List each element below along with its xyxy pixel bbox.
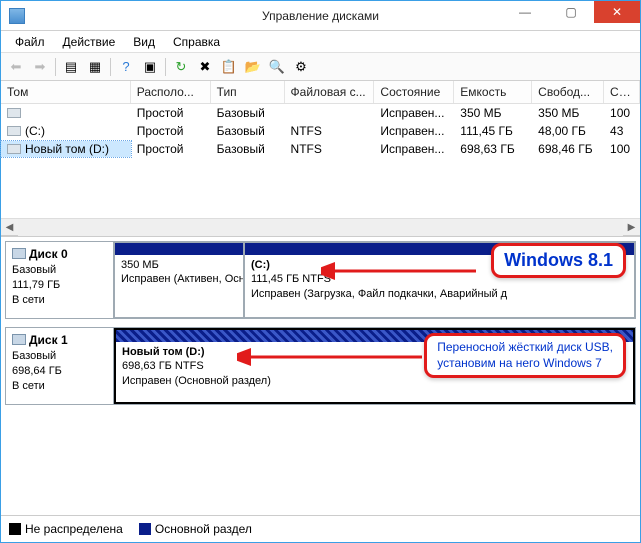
wizard-icon[interactable]: 📋 bbox=[218, 56, 240, 78]
settings-icon[interactable]: ⚙ bbox=[290, 56, 312, 78]
menu-bar: Файл Действие Вид Справка bbox=[1, 31, 640, 53]
legend-primary: Основной раздел bbox=[139, 522, 252, 536]
partition[interactable]: 350 МБ Исправен (Активен, Осн bbox=[114, 242, 244, 318]
menu-action[interactable]: Действие bbox=[55, 33, 124, 51]
volume-row[interactable]: Новый том (D:) Простой Базовый NTFS Испр… bbox=[1, 140, 640, 158]
col-pct[interactable]: Св... bbox=[604, 81, 640, 103]
disk-info[interactable]: Диск 0 Базовый 111,79 ГБ В сети bbox=[6, 242, 114, 318]
menu-help[interactable]: Справка bbox=[165, 33, 228, 51]
view-bottom-icon[interactable]: ▦ bbox=[84, 56, 106, 78]
col-type[interactable]: Тип bbox=[211, 81, 285, 103]
help-icon[interactable]: ? bbox=[115, 56, 137, 78]
callout-windows81: Windows 8.1 bbox=[491, 243, 626, 278]
toolbar: ⬅ ➡ ▤ ▦ ? ▣ ↻ ✖ 📋 📂 🔍 ⚙ bbox=[1, 53, 640, 81]
disk-info[interactable]: Диск 1 Базовый 698,64 ГБ В сети bbox=[6, 328, 114, 404]
col-capacity[interactable]: Емкость bbox=[454, 81, 532, 103]
refresh-icon[interactable]: ↻ bbox=[170, 56, 192, 78]
volume-row[interactable]: (C:) Простой Базовый NTFS Исправен... 11… bbox=[1, 122, 640, 140]
app-icon bbox=[9, 8, 25, 24]
maximize-button[interactable]: ▢ bbox=[548, 1, 594, 23]
col-fs[interactable]: Файловая с... bbox=[285, 81, 375, 103]
col-free[interactable]: Свобод... bbox=[532, 81, 604, 103]
window-title: Управление дисками bbox=[262, 9, 379, 23]
forward-button[interactable]: ➡ bbox=[29, 56, 51, 78]
menu-view[interactable]: Вид bbox=[125, 33, 163, 51]
col-volume[interactable]: Том bbox=[1, 81, 131, 103]
legend-unallocated: Не распределена bbox=[9, 522, 123, 536]
scroll-right-icon[interactable]: ▶ bbox=[623, 219, 640, 236]
view-list-icon[interactable]: ▤ bbox=[60, 56, 82, 78]
drive-icon bbox=[7, 126, 21, 136]
title-bar: Управление дисками — ▢ ✕ bbox=[1, 1, 640, 31]
menu-file[interactable]: Файл bbox=[7, 33, 53, 51]
arrow-icon bbox=[237, 347, 427, 367]
explore-icon[interactable]: 🔍 bbox=[266, 56, 288, 78]
minimize-button[interactable]: — bbox=[502, 1, 548, 23]
disk-map: Диск 0 Базовый 111,79 ГБ В сети 350 МБ И… bbox=[1, 236, 640, 515]
col-layout[interactable]: Располо... bbox=[131, 81, 211, 103]
col-state[interactable]: Состояние bbox=[374, 81, 454, 103]
partition-stripe bbox=[115, 243, 243, 255]
volume-list: Том Располо... Тип Файловая с... Состоян… bbox=[1, 81, 640, 236]
disk-icon bbox=[12, 248, 26, 259]
callout-usb-disk: Переносной жёсткий диск USB,установим на… bbox=[424, 333, 626, 378]
arrow-icon bbox=[321, 261, 481, 281]
back-button[interactable]: ⬅ bbox=[5, 56, 27, 78]
legend: Не распределена Основной раздел bbox=[1, 515, 640, 542]
volume-list-header: Том Располо... Тип Файловая с... Состоян… bbox=[1, 81, 640, 104]
horizontal-scrollbar[interactable]: ◀ ▶ bbox=[1, 218, 640, 235]
open-icon[interactable]: 📂 bbox=[242, 56, 264, 78]
drive-icon bbox=[7, 108, 21, 118]
delete-icon[interactable]: ✖ bbox=[194, 56, 216, 78]
close-button[interactable]: ✕ bbox=[594, 1, 640, 23]
scroll-left-icon[interactable]: ◀ bbox=[1, 219, 18, 236]
disk-icon bbox=[12, 334, 26, 345]
properties-icon[interactable]: ▣ bbox=[139, 56, 161, 78]
volume-row[interactable]: Простой Базовый Исправен... 350 МБ 350 М… bbox=[1, 104, 640, 122]
drive-icon bbox=[7, 144, 21, 154]
